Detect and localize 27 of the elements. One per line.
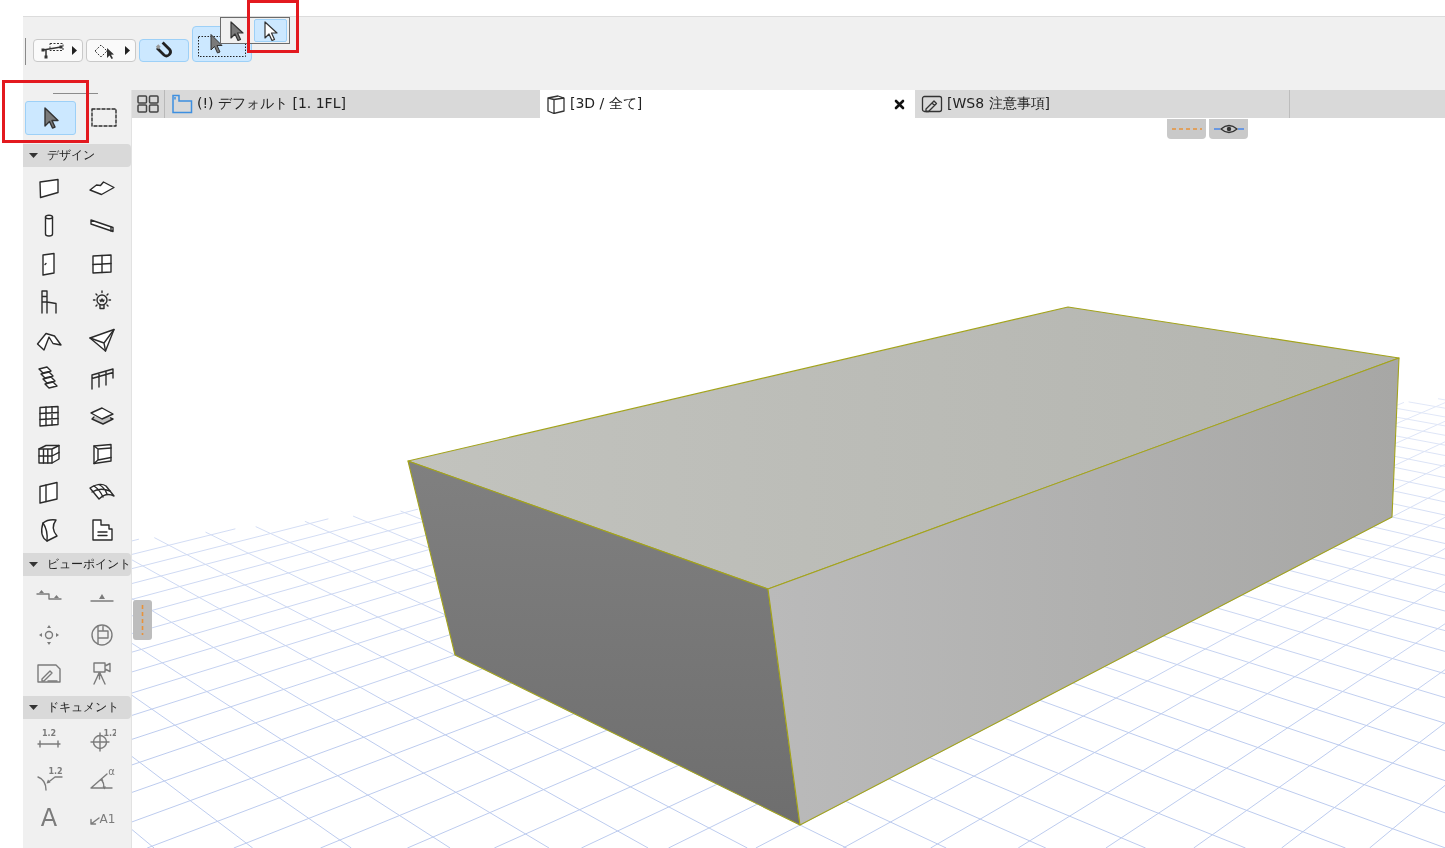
pointer-icon (229, 20, 245, 41)
view-tab[interactable]: (!) デフォルト [1. 1FL] (165, 90, 540, 118)
grid-view-icon[interactable] (137, 95, 159, 113)
visibility-button[interactable] (1209, 119, 1248, 139)
view-tab[interactable]: [3D / 全て] (540, 90, 915, 118)
polyline-tool-button[interactable] (33, 39, 83, 62)
tool-button[interactable] (24, 101, 76, 135)
paper-plane-icon[interactable] (88, 326, 116, 354)
pointer-outline-icon (262, 20, 279, 41)
eye-icon (1212, 123, 1245, 135)
dashed-line-icon (141, 605, 144, 635)
section-header[interactable]: デザイン (23, 144, 131, 167)
side-panel-handle[interactable] (133, 600, 152, 640)
text-tool-icon[interactable]: A (35, 802, 63, 830)
marquee-tool-button[interactable] (86, 39, 136, 62)
pointer-marquee-icon (198, 34, 246, 57)
magnet-button[interactable] (139, 39, 189, 62)
cube-icon (546, 94, 566, 114)
close-icon[interactable] (894, 98, 905, 110)
polyline-marquee-icon (39, 41, 66, 60)
dashed-line-icon (1170, 126, 1203, 132)
divided-circle-icon[interactable] (88, 621, 116, 649)
floor-plan-icon (171, 94, 193, 114)
section-header[interactable]: ドキュメント (23, 696, 131, 719)
pencil-sheet-icon (921, 94, 943, 114)
section-header[interactable]: ビューポイント (23, 553, 131, 576)
pointer-option[interactable] (254, 19, 287, 42)
